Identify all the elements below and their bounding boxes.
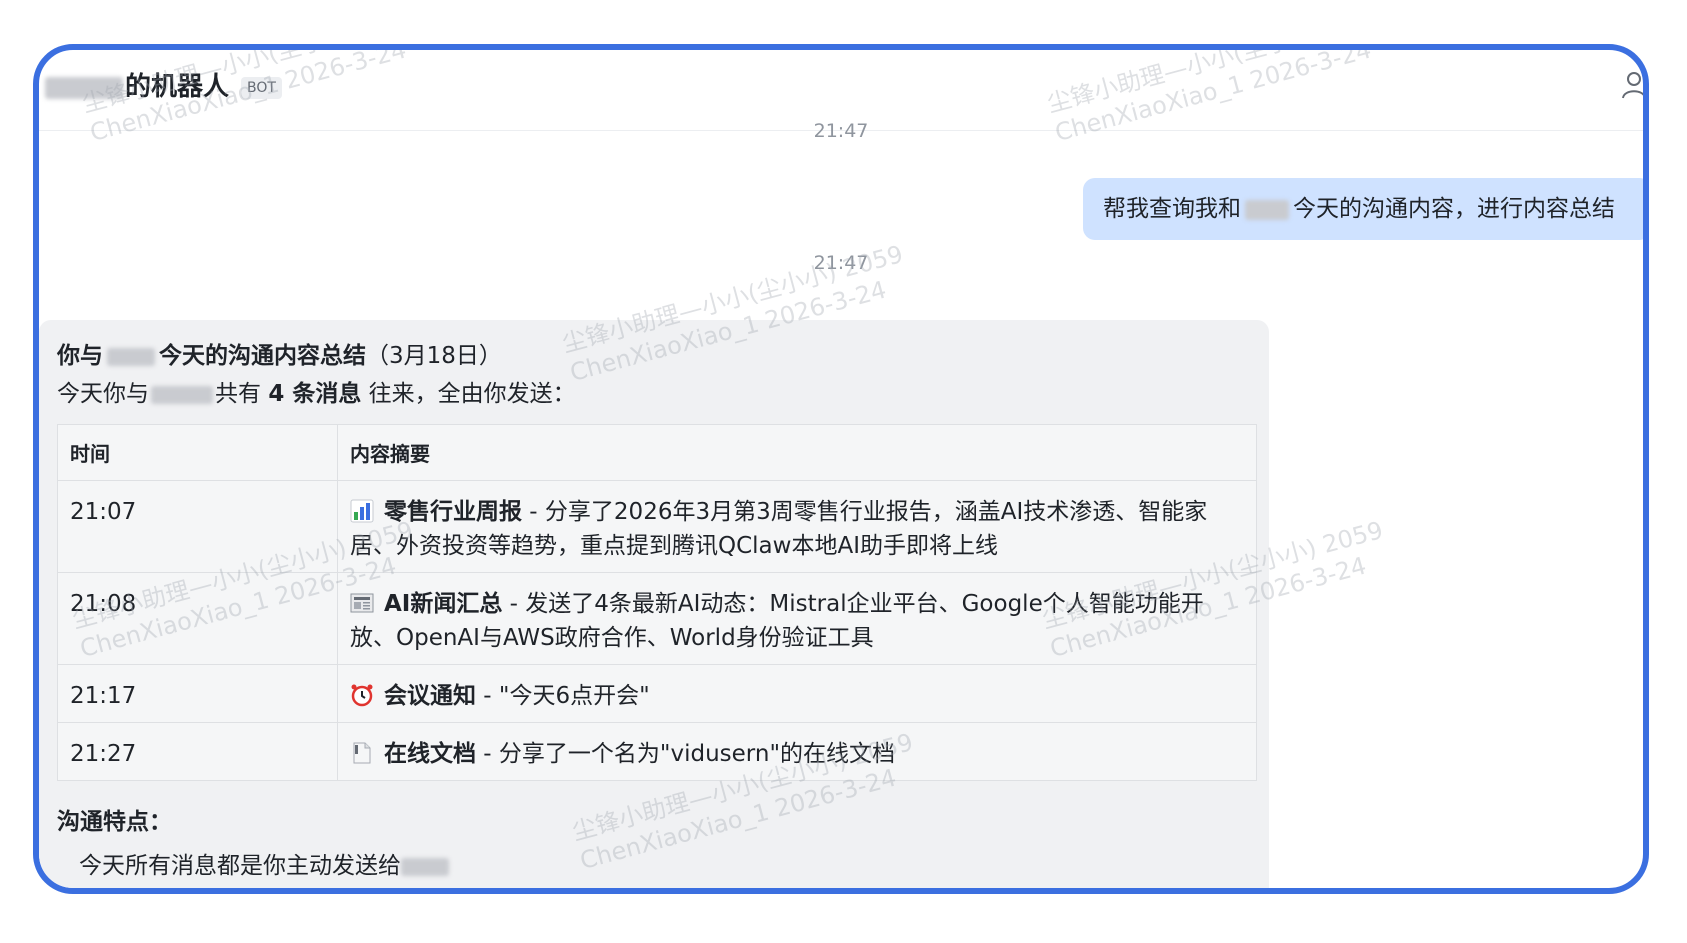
document-icon	[353, 742, 371, 764]
cell-time: 21:17	[57, 664, 338, 723]
cell-time: 21:27	[57, 722, 338, 781]
summary-table: 时间 内容摘要 21:07 零售行业周报 - 分享了2026年3月第3周零售行业…	[57, 424, 1257, 781]
redacted-name	[151, 385, 213, 404]
column-header-summary: 内容摘要	[337, 424, 1257, 481]
chat-title: 的机器人 BOT	[45, 66, 282, 103]
table-row: 21:27 在线文档 - 分享了一个名为"vidusern"的在线文档	[57, 722, 1257, 781]
user-message-bubble[interactable]: 帮我查询我和 今天的沟通内容，进行内容总结	[1083, 178, 1643, 240]
redacted-name	[401, 857, 449, 876]
timestamp: 21:47	[813, 252, 869, 274]
user-message-text-post: 今天的沟通内容，进行内容总结	[1293, 196, 1615, 222]
table-row: 21:07 零售行业周报 - 分享了2026年3月第3周零售行业报告，涵盖AI技…	[57, 480, 1257, 573]
cell-time: 21:07	[57, 480, 338, 573]
redacted-name	[1245, 199, 1289, 220]
chat-header: 的机器人 BOT	[39, 50, 1643, 131]
table-row: 21:08 AI新闻汇总 - 发送了4条最新AI动态：Mistral企业平台、G…	[57, 572, 1257, 665]
section-title: 沟通特点：	[57, 809, 172, 835]
newspaper-icon	[350, 593, 374, 613]
redacted-name	[45, 76, 123, 99]
cell-summary: 会议通知 - "今天6点开会"	[337, 664, 1257, 723]
bot-message-card[interactable]: 你与 今天的沟通内容总结（3月18日） 今天你与 共有 4 条消息 往来，全由你发送…	[39, 320, 1269, 888]
redacted-name	[107, 347, 155, 366]
table-header-row: 时间 内容摘要	[57, 424, 1257, 481]
user-message-text-pre: 帮我查询我和	[1103, 196, 1241, 222]
cell-time: 21:08	[57, 572, 338, 665]
summary-intro: 今天你与 共有 4 条消息 往来，全由你发送：	[57, 381, 576, 407]
cell-summary: 零售行业周报 - 分享了2026年3月第3周零售行业报告，涵盖AI技术渗透、智能…	[337, 480, 1257, 573]
cell-summary: AI新闻汇总 - 发送了4条最新AI动态：Mistral企业平台、Google个…	[337, 572, 1257, 665]
alarm-clock-icon	[351, 684, 373, 707]
bar-chart-icon	[350, 499, 374, 523]
user-icon[interactable]	[1621, 70, 1647, 100]
bot-badge: BOT	[241, 76, 282, 99]
summary-title: 你与 今天的沟通内容总结（3月18日）	[57, 343, 502, 369]
column-header-time: 时间	[57, 424, 338, 481]
chat-window: 的机器人 BOT 21:47 帮我查询我和 今天的沟通内容，进行内容总结 21:47…	[33, 44, 1649, 894]
table-row: 21:17 会议通知 - "今天6点开会"	[57, 664, 1257, 723]
bullet-line: 今天所有消息都是你主动发送给	[79, 846, 449, 880]
timestamp: 21:47	[813, 120, 869, 142]
cell-summary: 在线文档 - 分享了一个名为"vidusern"的在线文档	[337, 722, 1257, 781]
